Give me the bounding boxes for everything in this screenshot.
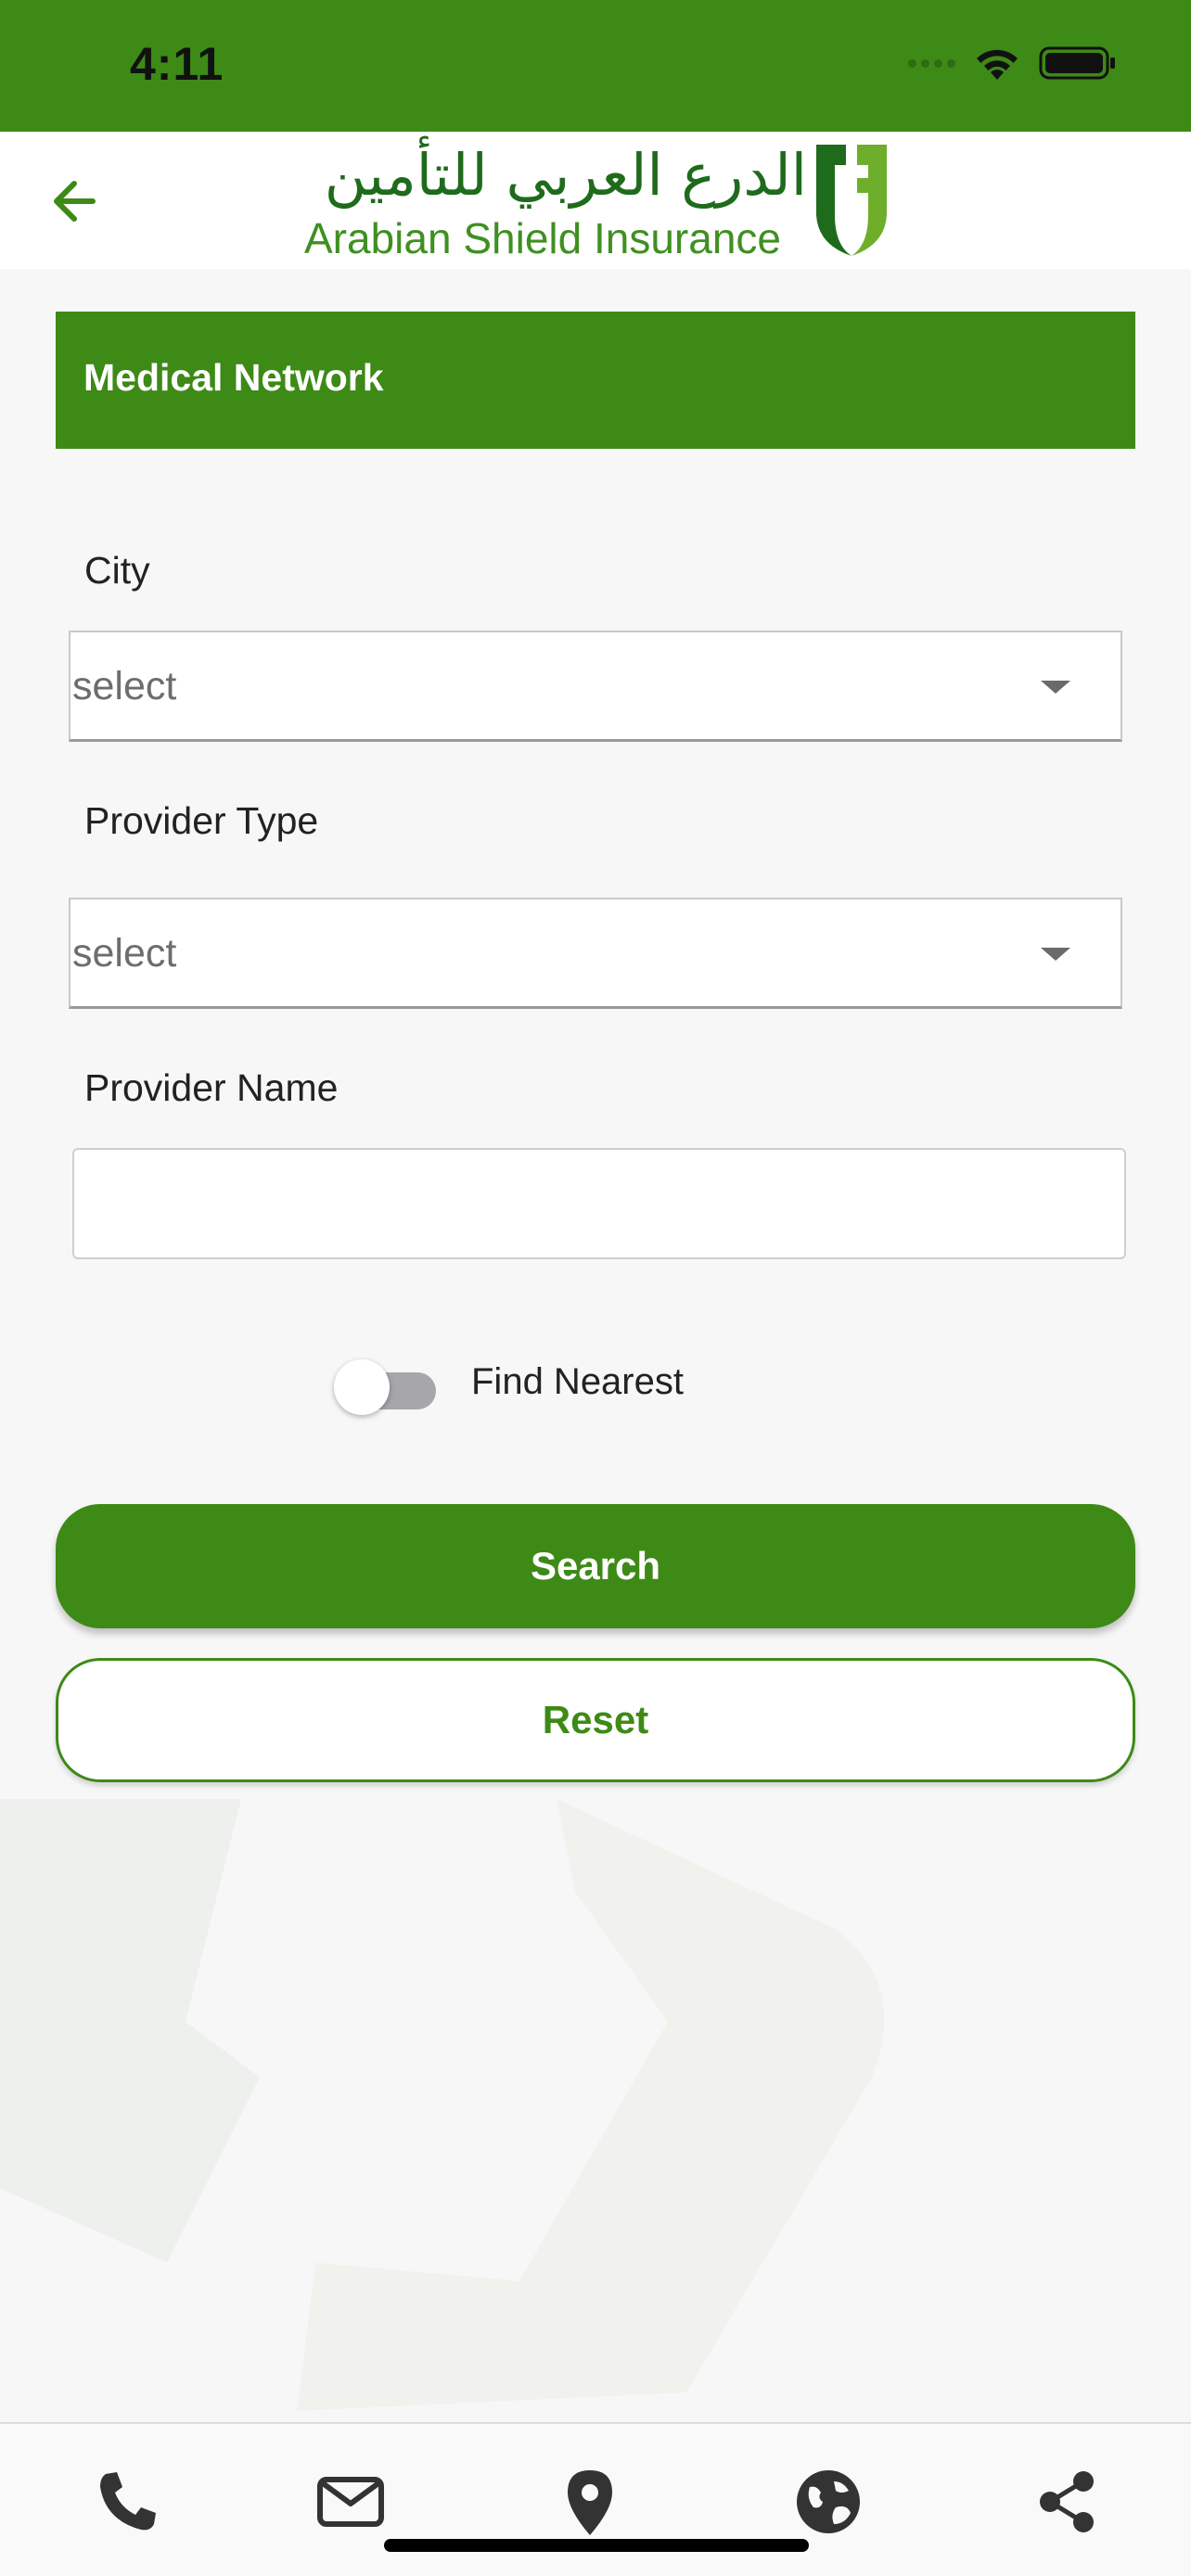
page-header-panel: Medical Network	[56, 312, 1135, 449]
page-title: Medical Network	[83, 356, 384, 399]
mail-icon[interactable]	[315, 2467, 386, 2537]
cellular-signal-icon	[908, 58, 955, 68]
city-label: City	[84, 549, 150, 592]
city-select-value: select	[72, 664, 177, 708]
company-logo: الدرع العربي للتأمين Arabian Shield Insu…	[297, 141, 909, 262]
city-select[interactable]: select	[69, 631, 1122, 742]
provider-type-select-value: select	[72, 931, 177, 976]
provider-name-label: Provider Name	[84, 1066, 339, 1109]
toggle-thumb	[334, 1359, 390, 1415]
back-arrow-icon[interactable]	[46, 169, 111, 234]
share-icon[interactable]	[1031, 2467, 1102, 2537]
chevron-down-icon	[1041, 681, 1070, 694]
chevron-down-icon	[1041, 948, 1070, 961]
background-watermark	[0, 1799, 885, 2411]
logo-english-text: Arabian Shield Insurance	[304, 214, 781, 262]
top-app-bar: الدرع العربي للتأمين Arabian Shield Insu…	[0, 132, 1191, 269]
logo-arabic-text: الدرع العربي للتأمين	[324, 141, 807, 209]
status-icons	[908, 45, 1117, 82]
provider-type-select[interactable]: select	[69, 898, 1122, 1009]
status-bar: 4:11	[0, 0, 1191, 132]
location-pin-icon[interactable]	[555, 2467, 625, 2537]
find-nearest-toggle[interactable]	[334, 1358, 436, 1415]
bottom-navigation	[0, 2422, 1191, 2576]
globe-icon[interactable]	[793, 2467, 864, 2537]
battery-icon	[1039, 46, 1115, 80]
home-indicator[interactable]	[384, 2539, 809, 2552]
phone-icon[interactable]	[93, 2467, 163, 2537]
find-nearest-label: Find Nearest	[471, 1361, 684, 1402]
shield-logo-icon	[816, 145, 887, 256]
wifi-icon	[977, 49, 1018, 80]
reset-button[interactable]: Reset	[56, 1658, 1135, 1782]
provider-type-label: Provider Type	[84, 799, 319, 842]
search-button[interactable]: Search	[56, 1504, 1135, 1628]
provider-name-input[interactable]	[72, 1148, 1126, 1259]
status-time: 4:11	[130, 38, 224, 90]
